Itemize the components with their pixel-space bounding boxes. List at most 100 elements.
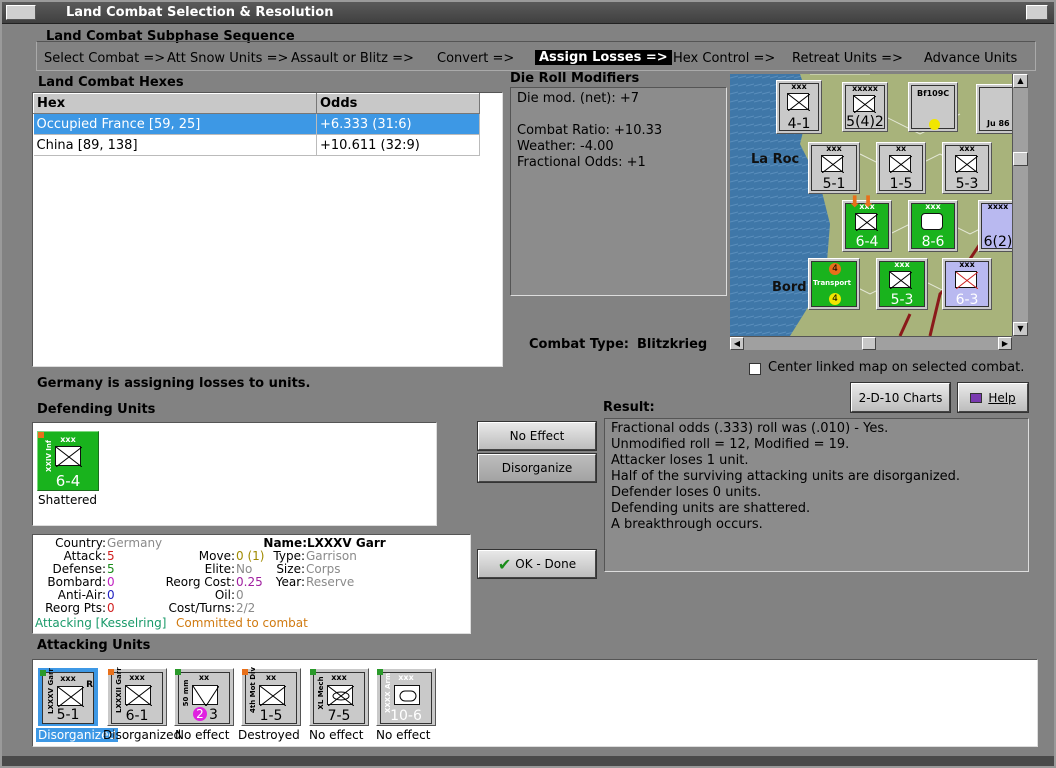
status-text: Germany is assigning losses to units. — [37, 376, 311, 391]
map-transport-counter[interactable]: 4 Transport 4 — [808, 258, 860, 310]
result-heading: Result: — [603, 400, 655, 415]
map-unit-counter[interactable]: xxx 4-1 — [776, 80, 822, 134]
step-assault-or-blitz: Assault or Blitz => — [291, 51, 414, 66]
map-vertical-scrollbar[interactable]: ▲ ▼ — [1012, 74, 1028, 336]
center-map-label: Center linked map on selected combat. — [768, 360, 1025, 375]
column-hex[interactable]: Hex — [33, 93, 317, 114]
step-att-snow-units: Att Snow Units => — [167, 51, 289, 66]
combat-ratio: Combat Ratio: +10.33 — [517, 123, 663, 138]
map-unit-counter[interactable]: xxx 5-3 — [942, 142, 992, 194]
attacking-unit-counter[interactable]: xxx XXXX Arm 10-6 — [376, 668, 436, 726]
defending-panel: xxx XXIV Inf 6-4 Shattered — [32, 422, 437, 526]
no-effect-button[interactable]: No Effect — [477, 421, 597, 451]
map-air-counter[interactable]: Bf109C — [908, 82, 958, 132]
attacking-unit-counter[interactable]: xxx XL Mech 7-5 — [309, 668, 369, 726]
scroll-up-icon[interactable]: ▲ — [1013, 74, 1028, 88]
scroll-down-icon[interactable]: ▼ — [1013, 322, 1028, 336]
attacking-panel: xxx LXXXV Garr R 5-1 Disorganized xxx LX… — [32, 659, 1038, 747]
result-line: Defending units are shattered. — [611, 501, 811, 516]
fractional-odds-mod: Fractional Odds: +1 — [517, 155, 646, 170]
map-unit-counter[interactable]: xxx 5-3 — [876, 258, 928, 310]
ok-done-button[interactable]: ✔ OK - Done — [477, 549, 597, 579]
hex-cell: Occupied France [59, 25] — [33, 113, 317, 135]
scroll-thumb[interactable] — [1013, 152, 1028, 166]
result-panel: Fractional odds (.333) roll was (.010) -… — [604, 418, 1029, 572]
table-row[interactable]: China [89, 138] +10.611 (32:9) — [33, 134, 480, 156]
attacking-unit-counter[interactable]: xx 50 mm 2 3 — [174, 668, 234, 726]
step-assign-losses: Assign Losses => — [535, 50, 672, 65]
hexes-table-panel: Hex Odds Occupied France [59, 25] +6.333… — [32, 92, 503, 367]
step-hex-control: Hex Control => — [673, 51, 776, 66]
map-horizontal-scrollbar[interactable]: ◀ ▶ — [730, 336, 1012, 350]
attacking-unit-result: No effect — [175, 728, 230, 742]
combat-type-value: Blitzkrieg — [637, 337, 708, 352]
country-value: Germany — [107, 536, 163, 550]
reorg-pts-value: 0 — [107, 601, 115, 615]
year-value: Reserve — [306, 575, 355, 589]
attacking-unit-result: Disorganized — [103, 728, 182, 742]
map-unit-counter[interactable]: xx 1-5 — [876, 142, 926, 194]
unit-info-panel: Country: Germany Attack: 5 Defense: 5 Bo… — [32, 534, 471, 634]
committed-status: Committed to combat — [176, 616, 308, 630]
attacking-unit-counter[interactable]: xxx LXXXV Garr R 5-1 — [38, 668, 98, 726]
cost-turns-value: 2/2 — [236, 601, 256, 615]
help-book-icon — [970, 392, 983, 403]
defending-heading: Defending Units — [37, 402, 156, 417]
cost-turns-label: Cost/Turns: — [168, 601, 235, 615]
attacking-unit-counter[interactable]: xxx LXXXII Garr 6-1 — [107, 667, 167, 726]
attacking-leader: Attacking [Kesselring] — [35, 616, 167, 630]
attacking-unit-strength: 3 — [209, 707, 218, 723]
combat-type-label: Combat Type: — [529, 337, 629, 352]
scroll-left-icon[interactable]: ◀ — [730, 337, 744, 350]
attacking-unit-result: No effect — [309, 728, 364, 742]
modifiers-panel: Die mod. (net): +7 Combat Ratio: +10.33 … — [510, 87, 727, 296]
hex-cell: China [89, 138] — [33, 134, 317, 156]
odds-cell: +6.333 (31:6) — [316, 113, 480, 135]
system-menu-icon[interactable] — [6, 5, 36, 20]
table-row[interactable]: Occupied France [59, 25] +6.333 (31:6) — [33, 113, 480, 135]
scroll-thumb[interactable] — [862, 337, 876, 350]
step-select-combat: Select Combat => — [44, 51, 166, 66]
badge-4-icon: 4 — [829, 263, 841, 275]
column-odds[interactable]: Odds — [316, 93, 480, 114]
map-unit-counter[interactable]: xxx 6-3 — [942, 258, 992, 310]
map-label-la-roc: La Roc — [751, 152, 800, 167]
map-label-bord: Bord — [772, 280, 807, 295]
map-unit-counter[interactable]: xxxx 6(2) — [978, 200, 1012, 252]
weather-mod: Weather: -4.00 — [517, 139, 614, 154]
attacking-unit-badge: 2 — [193, 707, 207, 721]
map-unit-counter[interactable]: xxx 5-1 — [808, 142, 860, 194]
result-line: A breakthrough occurs. — [611, 517, 763, 532]
title-bar: Land Combat Selection & Resolution — [2, 2, 1054, 24]
attacking-unit-counter[interactable]: xx 4th Mot Div 1-5 — [241, 667, 301, 726]
badge-4-icon: 4 — [829, 293, 841, 305]
die-mod-net: Die mod. (net): +7 — [517, 91, 640, 106]
result-line: Attacker loses 1 unit. — [611, 453, 749, 468]
window-title: Land Combat Selection & Resolution — [66, 5, 334, 20]
charts-button[interactable]: 2-D-10 Charts — [850, 382, 951, 413]
scroll-right-icon[interactable]: ▶ — [998, 337, 1012, 350]
combat-window: Land Combat Selection & Resolution Land … — [0, 0, 1056, 768]
result-line: Half of the surviving attacking units ar… — [611, 469, 961, 484]
defending-unit-result: Shattered — [38, 493, 98, 507]
help-button-label: Help — [988, 390, 1016, 405]
map-unit-counter[interactable]: xxx 8-6 — [908, 200, 958, 252]
result-line: Defender loses 0 units. — [611, 485, 762, 500]
linked-map[interactable]: La Roc Bord xxx 4-1 xxxxx 5(4)2 Bf109C J… — [730, 74, 1012, 336]
step-advance-units: Advance Units — [924, 51, 1018, 66]
map-unit-counter[interactable]: xxxxx 5(4)2 — [842, 82, 888, 132]
hexes-heading: Land Combat Hexes — [38, 75, 184, 90]
result-line: Unmodified roll = 12, Modified = 19. — [611, 437, 850, 452]
center-map-checkbox[interactable] — [749, 363, 761, 375]
disorganize-button[interactable]: Disorganize — [477, 453, 597, 483]
map-air-counter[interactable]: Ju 86 — [976, 84, 1012, 134]
help-button[interactable]: Help — [957, 382, 1029, 413]
modifiers-heading: Die Roll Modifiers — [510, 71, 640, 86]
step-convert: Convert => — [437, 51, 515, 66]
close-icon[interactable] — [1026, 5, 1048, 20]
attacking-unit-result: No effect — [376, 728, 431, 742]
attacking-unit-result: Destroyed — [238, 728, 300, 742]
combat-arrows-icon: ⬇⬇ — [848, 192, 875, 211]
odds-cell: +10.611 (32:9) — [316, 134, 480, 156]
defending-unit-counter[interactable]: xxx XXIV Inf 6-4 — [37, 431, 99, 491]
